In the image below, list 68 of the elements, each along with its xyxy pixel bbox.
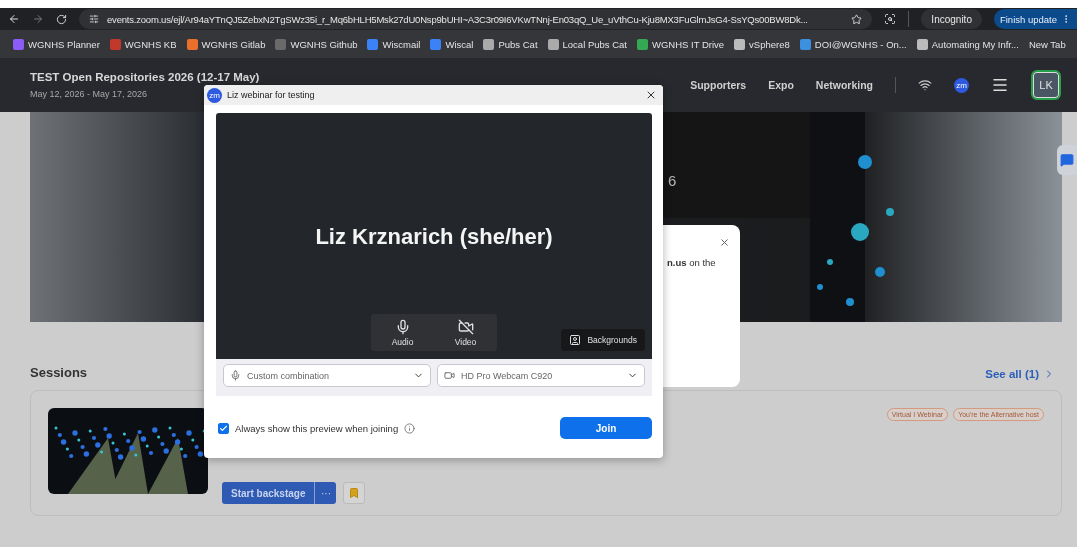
audio-button[interactable]: Audio bbox=[387, 318, 418, 347]
checkbox[interactable] bbox=[218, 422, 229, 434]
bookmark[interactable]: Local Pubs Cat bbox=[542, 34, 632, 54]
bookmark[interactable]: New Tab bbox=[1023, 34, 1071, 54]
bookmark[interactable]: Automating My Infr... bbox=[911, 34, 1024, 54]
favicon-icon bbox=[916, 38, 928, 50]
section-title: Sessions bbox=[30, 365, 88, 380]
favicon-icon bbox=[186, 38, 198, 50]
backgrounds-button[interactable]: Backgrounds bbox=[561, 329, 645, 351]
favicon-icon bbox=[13, 38, 24, 50]
back-icon[interactable] bbox=[8, 13, 20, 25]
site-settings-icon[interactable] bbox=[89, 14, 99, 24]
close-icon[interactable] bbox=[719, 237, 730, 248]
camera-icon bbox=[444, 370, 455, 381]
dialog-title: Liz webinar for testing bbox=[227, 90, 316, 100]
favicon-icon bbox=[367, 38, 379, 50]
broadcast-icon[interactable] bbox=[918, 78, 932, 92]
event-title: TEST Open Repositories 2026 (12-17 May) bbox=[30, 71, 260, 83]
event-dates: May 12, 2026 - May 17, 2026 bbox=[30, 89, 148, 99]
more-button[interactable]: ··· bbox=[314, 482, 337, 504]
chat-icon[interactable] bbox=[1057, 145, 1077, 175]
person-icon bbox=[569, 334, 582, 346]
camera-select[interactable]: HD Pro Webcam C920 bbox=[437, 364, 645, 387]
video-button[interactable]: Video bbox=[450, 318, 481, 347]
menu-icon[interactable] bbox=[991, 76, 1009, 94]
bookmark[interactable]: DOI@WGNHS - On... bbox=[794, 34, 912, 54]
favicon-icon bbox=[734, 38, 746, 50]
avatar[interactable]: LK bbox=[1031, 70, 1061, 100]
join-button[interactable]: Join bbox=[560, 417, 652, 439]
hero-text: 6 bbox=[668, 172, 677, 189]
bookmark-icon bbox=[348, 487, 361, 499]
bookmark[interactable]: WGNHS Github bbox=[270, 34, 363, 54]
bookmark[interactable]: Wiscal bbox=[425, 34, 479, 54]
notification-text: n.us on the bbox=[667, 257, 716, 268]
favicon-icon bbox=[636, 38, 648, 50]
bookmark[interactable]: WGNHS IT Drive bbox=[631, 34, 730, 54]
favicon-icon bbox=[483, 38, 495, 50]
favicon-icon bbox=[547, 38, 559, 50]
address-bar[interactable]: events.zoom.us/ejl/Ar94aYTnQJ5ZebxN2TgSWz35i_r_Mq6bHLH5Msk27dU0Nsp9bUHI~A3C3r09I6VKwTNnj-En03qQ_Ue_uVthCu-Kju8MX3FuGlmJsG4-SsYQs00BW8Dk... bbox=[79, 9, 873, 29]
see-all-link[interactable]: See all (1) bbox=[985, 368, 1055, 380]
checkbox-label: Always show this preview when joining bbox=[235, 422, 399, 434]
reload-icon[interactable] bbox=[56, 13, 67, 25]
favicon-icon bbox=[430, 38, 442, 50]
microphone-icon bbox=[230, 370, 241, 381]
start-backstage-button[interactable]: Start backstage bbox=[222, 482, 315, 504]
bookmark[interactable]: WGNHS Planner bbox=[8, 34, 105, 54]
favicon-icon bbox=[109, 38, 121, 50]
nav-link[interactable]: Supporters bbox=[690, 79, 747, 91]
bookmark-star-icon[interactable] bbox=[851, 13, 863, 25]
update-button[interactable]: Finish update bbox=[993, 9, 1077, 29]
bookmark[interactable]: Pubs Cat bbox=[478, 34, 543, 54]
info-icon[interactable] bbox=[404, 422, 416, 434]
lens-icon[interactable] bbox=[884, 13, 897, 25]
profile-chip[interactable]: Incognito bbox=[921, 9, 982, 29]
zoom-app-icon: zm bbox=[207, 87, 222, 103]
favicon-icon bbox=[799, 38, 811, 50]
nav-link[interactable]: Expo bbox=[768, 79, 794, 91]
bookmark[interactable]: vSphere8 bbox=[729, 34, 795, 54]
close-icon[interactable] bbox=[645, 89, 657, 101]
camera-off-icon bbox=[457, 318, 474, 335]
favicon-icon bbox=[275, 38, 287, 50]
bookmark[interactable]: WGNHS KB bbox=[104, 34, 182, 54]
microphone-select[interactable]: Custom combination bbox=[223, 364, 431, 387]
bookmark[interactable]: WGNHS Gitlab bbox=[181, 34, 271, 54]
zoom-app-icon[interactable]: zm bbox=[954, 77, 969, 93]
nav-link[interactable]: Networking bbox=[815, 79, 873, 91]
participant-name: Liz Krznarich (she/her) bbox=[315, 224, 553, 251]
bookmark[interactable]: Wiscmail bbox=[362, 34, 426, 54]
